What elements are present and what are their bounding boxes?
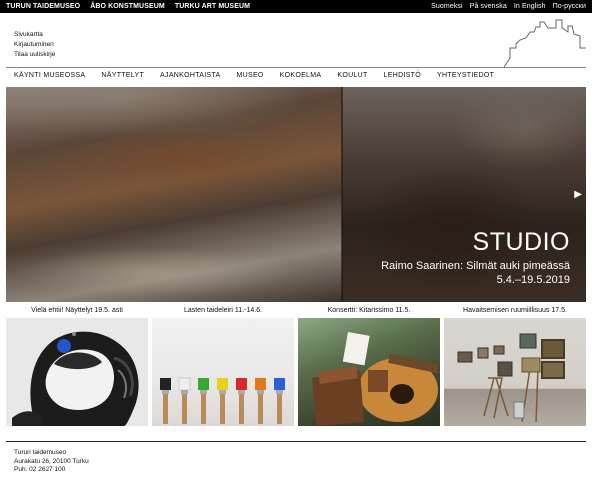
hero-image-left-panel	[6, 87, 342, 302]
footer-contact: Turun taidemuseo Aurakatu 26, 20100 Turk…	[14, 449, 89, 475]
feature-tile-label[interactable]: Vielä ehtii! Näyttelyt 19.5. asti	[6, 306, 148, 318]
footer-divider	[6, 441, 586, 442]
nav-item-collection[interactable]: KOKOELMA	[280, 71, 322, 81]
feature-tile-image[interactable]	[152, 318, 294, 426]
language-link-english[interactable]: In English	[514, 1, 546, 12]
language-link-finnish[interactable]: Suomeksi	[431, 1, 463, 12]
newsletter-link[interactable]: Tilaa uutiskirje	[14, 50, 55, 59]
feature-tile-label[interactable]: Havaitsemisen ruumiillisuus 17.5.	[444, 306, 586, 318]
feature-tile-image[interactable]	[6, 318, 148, 426]
museum-building-logo-icon[interactable]	[504, 18, 586, 68]
feature-tiles: Vielä ehtii! Näyttelyt 19.5. asti Lasten…	[6, 306, 586, 426]
site-links: TURUN TAIDEMUSEO ÅBO KONSTMUSEUM TURKU A…	[6, 1, 250, 12]
next-slide-arrow-icon[interactable]: ▶	[574, 190, 582, 200]
feature-tile-image[interactable]	[298, 318, 440, 426]
hero-subtitle: Raimo Saarinen: Silmät auki pimeässä	[381, 260, 570, 272]
site-link-turku-art-museum[interactable]: TURKU ART MUSEUM	[175, 1, 250, 12]
top-bar: TURUN TAIDEMUSEO ÅBO KONSTMUSEUM TURKU A…	[0, 0, 592, 13]
nav-item-museum[interactable]: MUSEO	[236, 71, 263, 81]
feature-tile[interactable]: Lasten taideleiri 11.-14.6.	[152, 306, 294, 426]
hero-panel-seam	[341, 87, 343, 302]
footer-museum-name: Turun taidemuseo	[14, 449, 67, 456]
main-navigation: KÄYNTI MUSEOSSA NÄYTTELYT AJANKOHTAISTA …	[14, 71, 494, 81]
feature-tile[interactable]: Konsertti: Kitarissimo 11.5.	[298, 306, 440, 426]
hero-title: STUDIO	[472, 228, 570, 256]
hero-caption: STUDIO Raimo Saarinen: Silmät auki pimeä…	[381, 228, 570, 287]
feature-tile-image[interactable]	[444, 318, 586, 426]
nav-item-schools[interactable]: KOULUT	[337, 71, 367, 81]
site-link-abo-konstmuseum[interactable]: ÅBO KONSTMUSEUM	[90, 1, 165, 12]
language-link-russian[interactable]: По-русски	[553, 1, 586, 12]
footer-address: Aurakatu 26, 20100 Turku	[14, 457, 89, 465]
nav-item-visit[interactable]: KÄYNTI MUSEOSSA	[14, 71, 85, 81]
utility-links: Sivukartta Kirjautuminen Tilaa uutiskirj…	[14, 30, 55, 59]
nav-item-contact[interactable]: YHTEYSTIEDOT	[437, 71, 494, 81]
language-link-swedish[interactable]: På svenska	[470, 1, 507, 12]
header-divider	[6, 67, 586, 68]
sitemap-link[interactable]: Sivukartta	[14, 30, 55, 39]
nav-item-exhibitions[interactable]: NÄYTTELYT	[101, 71, 144, 81]
feature-tile-label[interactable]: Lasten taideleiri 11.-14.6.	[152, 306, 294, 318]
footer-phone: Puh. 02 2627 100	[14, 466, 66, 473]
feature-tile[interactable]: Vielä ehtii! Näyttelyt 19.5. asti	[6, 306, 148, 426]
login-link[interactable]: Kirjautuminen	[14, 40, 55, 49]
hero-dates: 5.4.–19.5.2019	[496, 274, 570, 286]
nav-item-current[interactable]: AJANKOHTAISTA	[160, 71, 220, 81]
language-links: Suomeksi På svenska In English По-русски	[431, 1, 586, 12]
feature-tile[interactable]: Havaitsemisen ruumiillisuus 17.5.	[444, 306, 586, 426]
site-link-turun-taidemuseo[interactable]: TURUN TAIDEMUSEO	[6, 1, 80, 12]
hero-banner[interactable]: ▶ STUDIO Raimo Saarinen: Silmät auki pim…	[6, 87, 586, 302]
nav-item-press[interactable]: LEHDISTÖ	[384, 71, 421, 81]
feature-tile-label[interactable]: Konsertti: Kitarissimo 11.5.	[298, 306, 440, 318]
